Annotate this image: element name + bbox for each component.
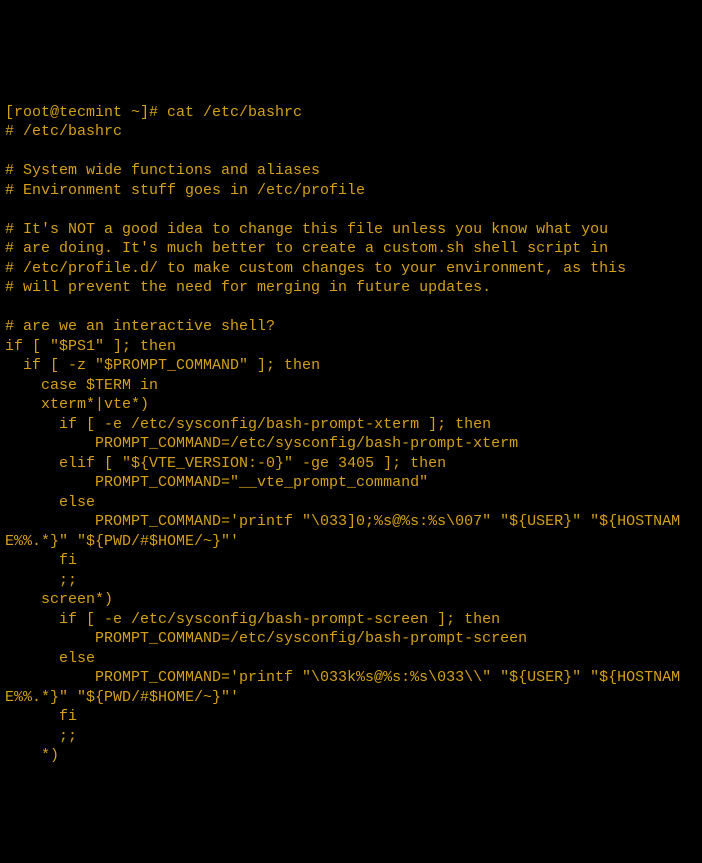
output-line: else	[5, 650, 95, 667]
output-line: ;;	[5, 728, 77, 745]
output-line: fi	[5, 552, 77, 569]
shell-prompt: [root@tecmint ~]#	[5, 104, 167, 121]
output-line: if [ -e /etc/sysconfig/bash-prompt-xterm…	[5, 416, 491, 433]
command-line: [root@tecmint ~]# cat /etc/bashrc	[5, 104, 302, 121]
output-line: if [ -e /etc/sysconfig/bash-prompt-scree…	[5, 611, 500, 628]
output-line: PROMPT_COMMAND='printf "\033k%s@%s:%s\03…	[5, 669, 680, 706]
output-line: else	[5, 494, 95, 511]
output-line: # /etc/profile.d/ to make custom changes…	[5, 260, 626, 277]
output-line: # will prevent the need for merging in f…	[5, 279, 491, 296]
output-line: # are we an interactive shell?	[5, 318, 275, 335]
output-line: # are doing. It's much better to create …	[5, 240, 608, 257]
output-line: screen*)	[5, 591, 113, 608]
output-line: xterm*|vte*)	[5, 396, 149, 413]
output-line: # It's NOT a good idea to change this fi…	[5, 221, 608, 238]
output-line: PROMPT_COMMAND='printf "\033]0;%s@%s:%s\…	[5, 513, 680, 550]
output-line: elif [ "${VTE_VERSION:-0}" -ge 3405 ]; t…	[5, 455, 446, 472]
output-line: *)	[5, 747, 59, 764]
terminal-output: [root@tecmint ~]# cat /etc/bashrc # /etc…	[5, 83, 697, 766]
command-text: cat /etc/bashrc	[167, 104, 302, 121]
output-line: if [ "$PS1" ]; then	[5, 338, 176, 355]
output-line: # Environment stuff goes in /etc/profile	[5, 182, 365, 199]
output-line: case $TERM in	[5, 377, 158, 394]
output-line: if [ -z "$PROMPT_COMMAND" ]; then	[5, 357, 320, 374]
output-line: PROMPT_COMMAND="__vte_prompt_command"	[5, 474, 428, 491]
output-line: PROMPT_COMMAND=/etc/sysconfig/bash-promp…	[5, 630, 527, 647]
output-line: PROMPT_COMMAND=/etc/sysconfig/bash-promp…	[5, 435, 518, 452]
output-line: # /etc/bashrc	[5, 123, 122, 140]
output-line: ;;	[5, 572, 77, 589]
output-line: # System wide functions and aliases	[5, 162, 320, 179]
output-line: fi	[5, 708, 77, 725]
